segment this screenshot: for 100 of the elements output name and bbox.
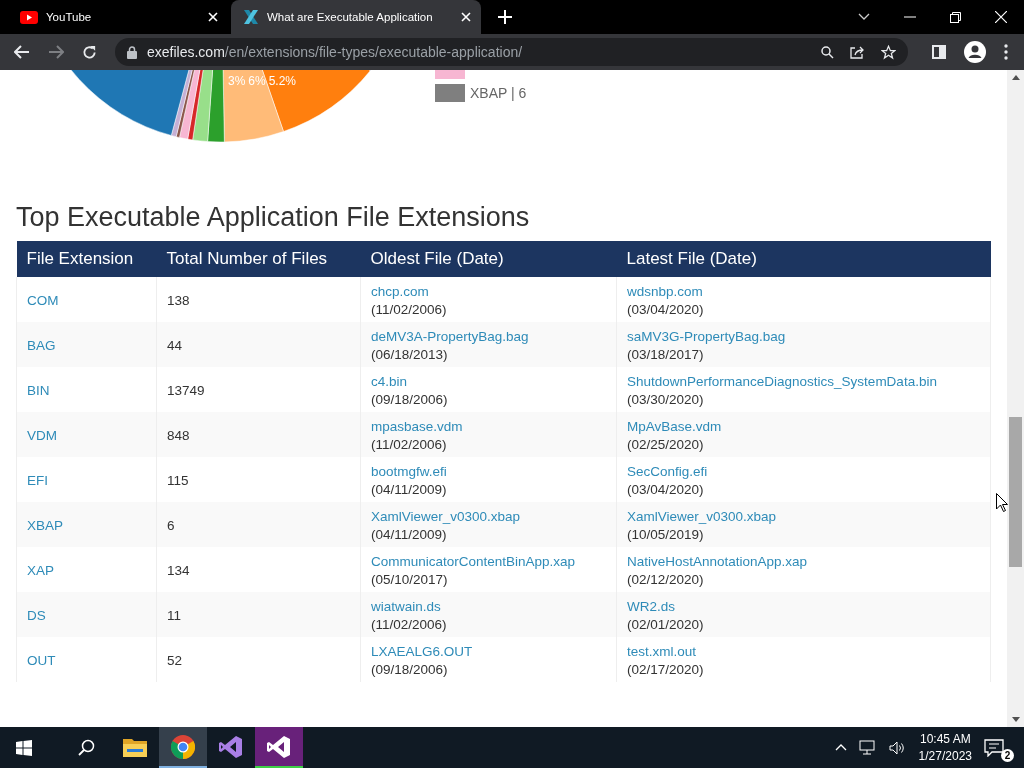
file-count: 52	[167, 653, 183, 668]
windows-start-icon[interactable]	[16, 739, 32, 756]
star-icon[interactable]	[881, 44, 896, 60]
file-date: (03/30/2020)	[627, 392, 704, 407]
file-link[interactable]: bootmgfw.efi	[371, 464, 447, 479]
file-date: (11/02/2006)	[371, 437, 447, 452]
column-header: File Extension	[16, 241, 157, 277]
file-link[interactable]: WR2.ds	[627, 599, 675, 614]
search-icon[interactable]	[821, 45, 834, 59]
file-link[interactable]: chcp.com	[371, 284, 429, 299]
file-link[interactable]: ShutdownPerformanceDiagnostics_SystemData.bin	[627, 374, 937, 389]
tab-title: What are Executable Application	[267, 11, 434, 23]
file-count: 115	[167, 473, 189, 488]
share-icon[interactable]	[850, 45, 865, 59]
file-link[interactable]: saMV3G-PropertyBag.bag	[627, 329, 786, 344]
file-link[interactable]: XamlViewer_v0300.xbap	[371, 509, 521, 524]
column-header: Latest File (Date)	[616, 241, 991, 277]
extension-link[interactable]: XBAP	[27, 518, 64, 533]
file-link[interactable]: SecConfig.efi	[627, 464, 708, 479]
file-date: (03/04/2020)	[627, 482, 704, 497]
file-link[interactable]: LXAEALG6.OUT	[371, 644, 473, 659]
file-link[interactable]: wdsnbp.com	[627, 284, 703, 299]
file-link[interactable]: deMV3A-PropertyBag.bag	[371, 329, 529, 344]
reload-icon[interactable]	[82, 44, 97, 60]
file-date: (05/10/2017)	[371, 572, 448, 587]
profile-avatar-icon[interactable]	[964, 41, 986, 63]
extension-link[interactable]: DS	[27, 608, 46, 623]
file-date: (02/01/2020)	[627, 617, 704, 632]
extension-link[interactable]: OUT	[27, 653, 56, 668]
file-link[interactable]: wiatwain.ds	[371, 599, 441, 614]
file-date: (10/05/2019)	[627, 527, 704, 542]
file-link[interactable]: XamlViewer_v0300.xbap	[627, 509, 777, 524]
clock-time[interactable]: 10:45 AM	[919, 732, 971, 746]
file-count: 138	[167, 293, 190, 308]
browser-tab[interactable]: What are Executable Application	[231, 0, 481, 34]
file-date: (02/25/2020)	[627, 437, 704, 452]
close-icon[interactable]	[995, 11, 1007, 23]
search-icon[interactable]	[78, 739, 95, 756]
file-count: 848	[167, 428, 190, 443]
column-header: Oldest File (Date)	[360, 241, 617, 277]
play-logo-icon	[20, 10, 38, 24]
file-count: 44	[167, 338, 183, 353]
file-count: 6	[167, 518, 175, 533]
infinity-logo-icon	[267, 734, 291, 759]
folder-icon	[123, 736, 147, 757]
volume-icon[interactable]	[888, 740, 905, 755]
close-icon[interactable]	[461, 12, 471, 22]
browser-tab[interactable]: YouTube	[0, 0, 228, 34]
scrollbar[interactable]	[1007, 70, 1024, 727]
file-link[interactable]: mpasbase.vdm	[371, 419, 463, 434]
x-logo-icon	[243, 9, 259, 25]
file-date: (06/18/2013)	[371, 347, 448, 362]
file-count: 134	[167, 563, 190, 578]
extension-link[interactable]: EFI	[27, 473, 48, 488]
notification-icon[interactable]	[984, 738, 1004, 757]
scrollbar-thumb[interactable]	[1009, 417, 1022, 567]
file-count: 13749	[167, 383, 205, 398]
extension-link[interactable]: BAG	[27, 338, 56, 353]
file-link[interactable]: NativeHostAnnotationApp.xap	[627, 554, 808, 569]
file-date: (02/17/2020)	[627, 662, 704, 677]
file-link[interactable]: test.xml.out	[627, 644, 697, 659]
side-panel-icon[interactable]	[932, 45, 946, 59]
close-icon[interactable]	[208, 12, 218, 22]
slice-percent-label: 6%	[248, 74, 266, 88]
more-menu-icon[interactable]	[1004, 44, 1008, 60]
file-date: (04/11/2009)	[371, 527, 447, 542]
new-tab-icon[interactable]	[498, 10, 512, 24]
extension-link[interactable]: XAP	[27, 563, 54, 578]
file-link[interactable]: MpAvBase.vdm	[627, 419, 722, 434]
scroll-down-icon[interactable]	[1011, 717, 1020, 722]
file-date: (09/18/2006)	[371, 392, 448, 407]
address-bar[interactable]: exefiles.com/en/extensions/file-types/executable-application/	[115, 38, 908, 66]
tab-title: YouTube	[46, 11, 93, 23]
url-text: exefiles.com/en/extensions/file-types/executable-application/	[147, 44, 523, 60]
file-date: (03/18/2017)	[627, 347, 704, 362]
file-date: (11/02/2006)	[371, 617, 447, 632]
lock-icon	[127, 45, 137, 59]
slice-percent-label: 3%	[228, 74, 246, 88]
network-icon[interactable]	[858, 739, 877, 756]
taskbar-app[interactable]	[159, 727, 207, 768]
column-header: Total Number of Files	[156, 241, 361, 277]
file-date: (11/02/2006)	[371, 302, 447, 317]
extension-link[interactable]: BIN	[27, 383, 50, 398]
scroll-up-icon[interactable]	[1011, 75, 1020, 80]
file-link[interactable]: CommunicatorContentBinApp.xap	[371, 554, 576, 569]
extension-link[interactable]: COM	[27, 293, 59, 308]
notification-count-badge: 2	[1001, 748, 1014, 762]
file-link[interactable]: c4.bin	[371, 374, 408, 389]
forward-icon[interactable]	[48, 45, 64, 59]
back-icon[interactable]	[14, 45, 30, 59]
clock-date[interactable]: 1/27/2023	[918, 749, 972, 763]
chevron-up-icon[interactable]	[834, 744, 847, 751]
extension-link[interactable]: VDM	[27, 428, 57, 443]
slice-percent-label: 5.2%	[268, 74, 297, 88]
taskbar-app[interactable]	[255, 727, 303, 768]
file-date: (09/18/2006)	[371, 662, 448, 677]
file-count: 11	[167, 608, 181, 623]
chevron-down-icon[interactable]	[858, 13, 870, 21]
legend-label: XBAP | 6	[470, 84, 527, 101]
restore-icon[interactable]	[950, 11, 961, 23]
